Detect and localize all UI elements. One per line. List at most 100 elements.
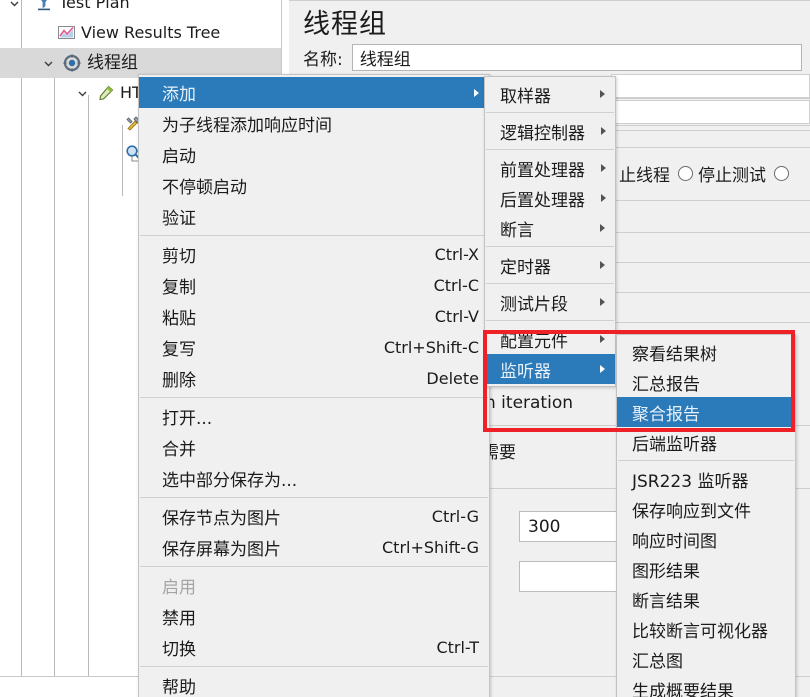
menu-item-start-no-pauses[interactable]: 不停顿启动 — [139, 170, 489, 201]
form-field-block-1[interactable] — [611, 74, 810, 98]
menu-item-sampler[interactable]: 取样器 — [485, 79, 615, 109]
menu-item-add[interactable]: 添加 — [139, 77, 489, 108]
name-input[interactable]: 线程组 — [351, 44, 802, 71]
menu-item-logic-controller[interactable]: 逻辑控制器 — [485, 116, 615, 146]
menu-item-timer[interactable]: 定时器 — [485, 250, 615, 280]
menu-item-label: 删除 — [162, 371, 196, 391]
menu-item-paste[interactable]: 粘贴 Ctrl-V — [139, 301, 489, 332]
listener-submenu[interactable]: 察看结果树 汇总报告 聚合报告 后端监听器 JSR223 监听器 保存响应到文件… — [616, 334, 796, 697]
menu-item-label: 保存响应到文件 — [632, 501, 751, 522]
menu-item-pre-processor[interactable]: 前置处理器 — [485, 153, 615, 183]
form-divider-3 — [611, 200, 810, 201]
chevron-right-icon — [600, 335, 605, 343]
menu-item-save-node-as-image[interactable]: 保存节点为图片 Ctrl-G — [139, 501, 489, 532]
menu-item-label: 比较断言可视化器 — [632, 621, 768, 642]
test-plan-icon — [34, 0, 54, 13]
menu-item-disable[interactable]: 禁用 — [139, 601, 489, 632]
menu-item-accel: Ctrl+Shift-C — [383, 338, 479, 357]
menu-item-accel: Ctrl-T — [436, 638, 479, 657]
menu-item-label: 复写 — [162, 340, 196, 360]
menu-item-toggle[interactable]: 切换 Ctrl-T — [139, 632, 489, 663]
menu-separator — [486, 149, 614, 150]
chevron-right-icon — [600, 365, 605, 373]
menu-item-enable: 启用 — [139, 570, 489, 601]
menu-item-assertion-results[interactable]: 断言结果 — [617, 584, 795, 614]
panel-top-divider — [289, 0, 810, 1]
menu-item-generate-summary-results[interactable]: 生成概要结果 — [617, 674, 795, 697]
menu-separator — [618, 460, 794, 461]
tree-item-view-results-tree[interactable]: View Results Tree — [0, 18, 281, 48]
menu-item-open[interactable]: 打开... — [139, 401, 489, 432]
menu-separator — [486, 283, 614, 284]
menu-item-accel: Ctrl-G — [431, 507, 479, 526]
menu-item-label: 断言 — [500, 220, 534, 241]
radio-stop-test[interactable] — [678, 166, 693, 181]
ramp-up-input[interactable]: 300 — [519, 511, 623, 542]
menu-item-label: 保存节点为图片 — [162, 509, 281, 529]
menu-item-help[interactable]: 帮助 — [139, 670, 489, 697]
menu-item-label: 前置处理器 — [500, 160, 585, 181]
menu-item-graph-results[interactable]: 图形结果 — [617, 554, 795, 584]
menu-item-save-responses-to-file[interactable]: 保存响应到文件 — [617, 494, 795, 524]
stop-thread-label: 止线程 — [619, 166, 670, 186]
menu-item-jsr223-listener[interactable]: JSR223 监听器 — [617, 464, 795, 494]
chevron-down-icon[interactable] — [6, 0, 22, 18]
form-divider-5 — [611, 262, 810, 263]
menu-item-listener[interactable]: 监听器 — [485, 354, 615, 384]
menu-item-backend-listener[interactable]: 后端监听器 — [617, 427, 795, 457]
menu-item-label: 合并 — [162, 440, 196, 460]
chevron-right-icon — [600, 224, 605, 232]
chevron-down-icon[interactable] — [74, 78, 90, 108]
menu-item-duplicate[interactable]: 复写 Ctrl+Shift-C — [139, 332, 489, 363]
tree-context-menu[interactable]: 添加 为子线程添加响应时间 启动 不停顿启动 验证 剪切 Ctrl-X 复制 C… — [138, 74, 490, 697]
menu-item-label: 取样器 — [500, 86, 551, 107]
menu-item-copy[interactable]: 复制 Ctrl-C — [139, 270, 489, 301]
duration-input[interactable] — [519, 561, 623, 592]
menu-separator — [140, 566, 488, 567]
chevron-down-icon[interactable] — [40, 48, 56, 78]
menu-separator — [140, 497, 488, 498]
menu-item-aggregate-report[interactable]: 聚合报告 — [617, 397, 795, 427]
menu-separator — [486, 246, 614, 247]
form-divider-6 — [611, 292, 810, 293]
menu-item-assertion[interactable]: 断言 — [485, 213, 615, 243]
menu-item-save-selection-as[interactable]: 选中部分保存为... — [139, 463, 489, 494]
menu-item-config-element[interactable]: 配置元件 — [485, 324, 615, 354]
menu-item-label: 汇总报告 — [632, 374, 700, 395]
name-label: 名称: — [303, 50, 343, 70]
menu-item-summary-report[interactable]: 汇总报告 — [617, 367, 795, 397]
menu-item-post-processor[interactable]: 后置处理器 — [485, 183, 615, 213]
menu-separator — [140, 397, 488, 398]
page-title: 线程组 — [303, 9, 387, 40]
menu-item-test-fragment[interactable]: 测试片段 — [485, 287, 615, 317]
menu-item-accel: Delete — [426, 369, 479, 388]
tree-item-test-plan[interactable]: Test Plan — [0, 0, 281, 18]
add-submenu[interactable]: 取样器 逻辑控制器 前置处理器 后置处理器 断言 定时器 测试片段 配置元件 监… — [484, 76, 616, 387]
menu-item-validate[interactable]: 验证 — [139, 201, 489, 232]
menu-item-response-time-graph[interactable]: 响应时间图 — [617, 524, 795, 554]
menu-item-label: 打开... — [162, 409, 213, 429]
menu-item-comparison-assertion-visualizer[interactable]: 比较断言可视化器 — [617, 614, 795, 644]
menu-item-label: 测试片段 — [500, 294, 568, 315]
chevron-right-icon — [601, 194, 606, 202]
radio-stop-test-now[interactable] — [774, 166, 789, 181]
chevron-right-icon — [600, 90, 605, 98]
menu-item-cut[interactable]: 剪切 Ctrl-X — [139, 239, 489, 270]
menu-item-label: 保存屏幕为图片 — [162, 540, 281, 560]
menu-item-start[interactable]: 启动 — [139, 139, 489, 170]
menu-item-remove[interactable]: 删除 Delete — [139, 363, 489, 394]
form-field-block-2[interactable] — [611, 100, 810, 124]
menu-item-merge[interactable]: 合并 — [139, 432, 489, 463]
view-results-icon — [56, 23, 76, 43]
menu-separator — [486, 112, 614, 113]
menu-item-label: 图形结果 — [632, 561, 700, 582]
menu-item-view-results-tree[interactable]: 察看结果树 — [617, 337, 795, 367]
menu-item-aggregate-graph[interactable]: 汇总图 — [617, 644, 795, 674]
chevron-right-icon — [601, 164, 606, 172]
menu-item-add-think-time[interactable]: 为子线程添加响应时间 — [139, 108, 489, 139]
menu-item-save-screen-as-image[interactable]: 保存屏幕为图片 Ctrl+Shift-G — [139, 532, 489, 563]
chevron-right-icon — [601, 127, 606, 135]
